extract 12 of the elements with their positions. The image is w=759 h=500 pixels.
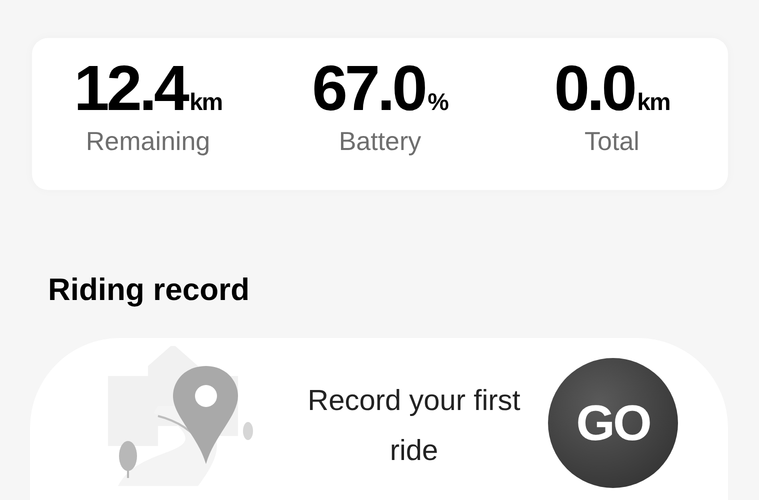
go-button[interactable]: GO bbox=[548, 358, 678, 488]
stat-value: 12.4 bbox=[74, 52, 186, 124]
stat-unit: % bbox=[428, 89, 448, 117]
section-title: Riding record bbox=[48, 272, 250, 308]
stat-label: Remaining bbox=[86, 126, 210, 157]
stat-label: Battery bbox=[338, 126, 422, 157]
stat-value: 0.0 bbox=[554, 52, 634, 124]
stat-label: Total bbox=[584, 126, 640, 157]
stat-value: 67.0 bbox=[312, 52, 425, 124]
stat-unit: km bbox=[189, 89, 222, 117]
record-prompt: Record your first ride bbox=[306, 384, 522, 469]
stat-unit: km bbox=[637, 89, 670, 117]
